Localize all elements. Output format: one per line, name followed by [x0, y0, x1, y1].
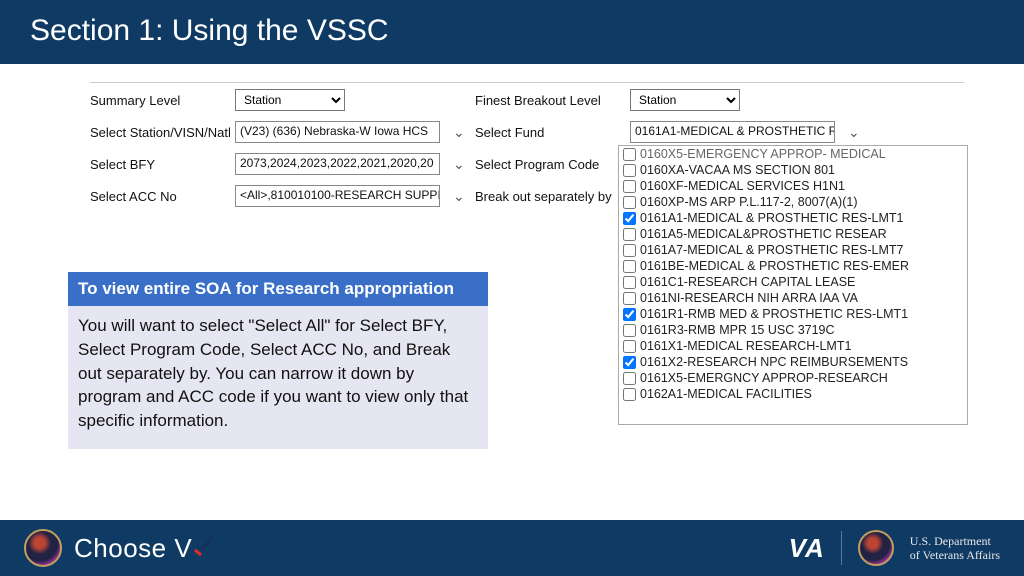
fund-checkbox[interactable] [623, 244, 636, 257]
fund-label: 0161X1-MEDICAL RESEARCH-LMT1 [640, 339, 851, 353]
input-select-fund[interactable]: 0161A1-MEDICAL & PROSTHETIC R [630, 121, 835, 143]
separator [841, 531, 842, 565]
fund-label: 0160XA-VACAA MS SECTION 801 [640, 163, 835, 177]
input-select-acc[interactable]: <All>,810010100-RESEARCH SUPPI [235, 185, 440, 207]
label-select-bfy: Select BFY [90, 157, 235, 172]
chevron-down-icon[interactable]: ⌄ [445, 124, 475, 141]
fund-checkbox[interactable] [623, 228, 636, 241]
list-item[interactable]: 0160XF-MEDICAL SERVICES H1N1 [619, 178, 967, 194]
chevron-down-icon[interactable]: ⌄ [445, 156, 475, 173]
choose-va-logo: Choose V [74, 533, 216, 564]
fund-checkbox[interactable] [623, 260, 636, 273]
fund-checkbox[interactable] [623, 356, 636, 369]
fund-checkbox[interactable] [623, 180, 636, 193]
fund-checkbox[interactable] [623, 212, 636, 225]
callout-heading: To view entire SOA for Research appropri… [68, 272, 488, 306]
choose-v: V [174, 533, 192, 563]
label-summary-level: Summary Level [90, 93, 235, 108]
fund-label: 0162A1-MEDICAL FACILITIES [640, 387, 812, 401]
choose-text: Choose [74, 533, 167, 563]
divider [90, 82, 964, 83]
list-item[interactable]: 0162A1-MEDICAL FACILITIES [619, 386, 967, 402]
fund-label: 0161A5-MEDICAL&PROSTHETIC RESEAR [640, 227, 887, 241]
chevron-down-icon[interactable]: ⌄ [445, 188, 475, 205]
list-item[interactable]: 0161X5-EMERGNCY APPROP-RESEARCH [619, 370, 967, 386]
input-select-bfy[interactable]: 2073,2024,2023,2022,2021,2020,20 [235, 153, 440, 175]
callout-body: You will want to select "Select All" for… [68, 306, 488, 449]
fund-label: 0161X2-RESEARCH NPC REIMBURSEMENTS [640, 355, 908, 369]
label-finest-breakout: Finest Breakout Level [475, 93, 630, 108]
dept-line2: of Veterans Affairs [910, 548, 1000, 562]
fund-listbox[interactable]: 0160X5-EMERGENCY APPROP- MEDICAL 0160XA-V… [618, 145, 968, 425]
dept-text: U.S. Department of Veterans Affairs [910, 534, 1000, 563]
va-seal-icon [858, 530, 894, 566]
list-item[interactable]: 0161R1-RMB MED & PROSTHETIC RES-LMT1 [619, 306, 967, 322]
fund-checkbox[interactable] [623, 324, 636, 337]
fund-checkbox[interactable] [623, 372, 636, 385]
dept-line1: U.S. Department [910, 534, 1000, 548]
fund-label: 0161BE-MEDICAL & PROSTHETIC RES-EMER [640, 259, 909, 273]
input-select-station[interactable]: (V23) (636) Nebraska-W Iowa HCS [235, 121, 440, 143]
fund-checkbox[interactable] [623, 388, 636, 401]
list-item[interactable]: 0161C1-RESEARCH CAPITAL LEASE [619, 274, 967, 290]
footer-right: VA U.S. Department of Veterans Affairs [789, 530, 1000, 566]
fund-label: 0161NI-RESEARCH NIH ARRA IAA VA [640, 291, 858, 305]
fund-label: 0161R3-RMB MPR 15 USC 3719C [640, 323, 835, 337]
list-item[interactable]: 0161X1-MEDICAL RESEARCH-LMT1 [619, 338, 967, 354]
list-item[interactable]: 0161R3-RMB MPR 15 USC 3719C [619, 322, 967, 338]
list-item[interactable]: 0160XA-VACAA MS SECTION 801 [619, 162, 967, 178]
slide-title: Section 1: Using the VSSC [0, 0, 1024, 64]
list-item[interactable]: 0161A7-MEDICAL & PROSTHETIC RES-LMT7 [619, 242, 967, 258]
label-select-fund: Select Fund [475, 125, 630, 140]
callout-box: To view entire SOA for Research appropri… [68, 272, 488, 449]
list-item[interactable]: 0160X5-EMERGENCY APPROP- MEDICAL [619, 146, 967, 162]
footer-bar: Choose V VA U.S. Department of Veterans … [0, 520, 1024, 576]
label-select-station: Select Station/VISN/Natl [90, 125, 235, 140]
fund-label: 0160XF-MEDICAL SERVICES H1N1 [640, 179, 845, 193]
chevron-down-icon[interactable]: ⌄ [840, 124, 870, 141]
list-item[interactable]: 0161BE-MEDICAL & PROSTHETIC RES-EMER [619, 258, 967, 274]
fund-checkbox[interactable] [623, 196, 636, 209]
fund-checkbox[interactable] [623, 276, 636, 289]
list-item[interactable]: 0161A5-MEDICAL&PROSTHETIC RESEAR [619, 226, 967, 242]
fund-checkbox[interactable] [623, 164, 636, 177]
label-select-program-code: Select Program Code [475, 157, 630, 172]
list-item[interactable]: 0161X2-RESEARCH NPC REIMBURSEMENTS [619, 354, 967, 370]
fund-checkbox[interactable] [623, 308, 636, 321]
label-select-acc: Select ACC No [90, 189, 235, 204]
fund-label: 0160XP-MS ARP P.L.117-2, 8007(A)(1) [640, 195, 858, 209]
list-item[interactable]: 0160XP-MS ARP P.L.117-2, 8007(A)(1) [619, 194, 967, 210]
fund-label: 0160X5-EMERGENCY APPROP- MEDICAL [640, 147, 886, 161]
fund-checkbox[interactable] [623, 148, 636, 161]
fund-checkbox[interactable] [623, 340, 636, 353]
fund-label: 0161R1-RMB MED & PROSTHETIC RES-LMT1 [640, 307, 908, 321]
label-breakout-by: Break out separately by [475, 189, 630, 204]
fund-label: 0161A7-MEDICAL & PROSTHETIC RES-LMT7 [640, 243, 904, 257]
fund-checkbox[interactable] [623, 292, 636, 305]
list-item[interactable]: 0161A1-MEDICAL & PROSTHETIC RES-LMT1 [619, 210, 967, 226]
list-item[interactable]: 0161NI-RESEARCH NIH ARRA IAA VA [619, 290, 967, 306]
fund-label: 0161X5-EMERGNCY APPROP-RESEARCH [640, 371, 888, 385]
fund-label: 0161A1-MEDICAL & PROSTHETIC RES-LMT1 [640, 211, 904, 225]
fund-label: 0161C1-RESEARCH CAPITAL LEASE [640, 275, 855, 289]
select-summary-level[interactable]: Station [235, 89, 345, 111]
checkmark-icon [194, 541, 216, 559]
va-seal-icon [24, 529, 62, 567]
select-finest-breakout[interactable]: Station [630, 89, 740, 111]
va-wordmark: VA [789, 533, 825, 564]
